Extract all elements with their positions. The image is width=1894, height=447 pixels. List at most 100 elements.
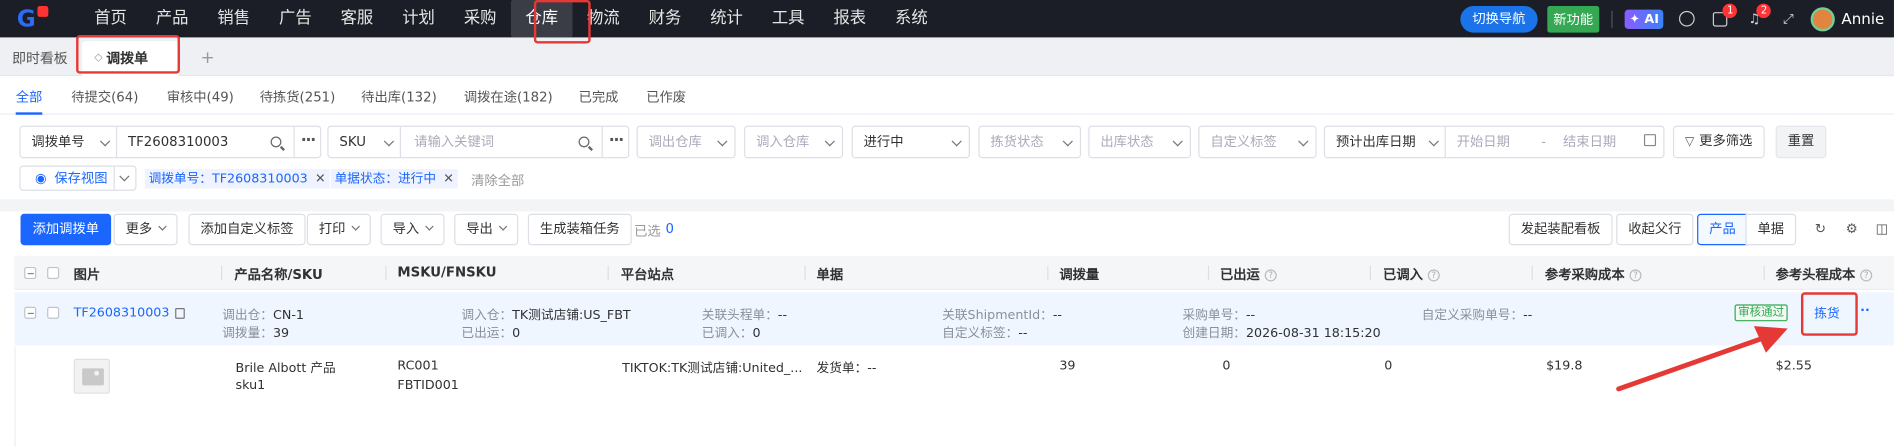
order-type-select[interactable]: 调拨单号 xyxy=(21,127,118,157)
nav-item-finance[interactable]: 财务 xyxy=(634,0,696,37)
select-all-checkbox[interactable] xyxy=(47,266,60,280)
image-placeholder-icon xyxy=(82,368,104,386)
import-button[interactable]: 导入 xyxy=(380,213,445,246)
row-checkbox[interactable] xyxy=(47,306,60,319)
add-tab-button[interactable]: + xyxy=(201,41,215,76)
shipment-doc: 发货单：-- xyxy=(817,359,877,377)
sku-type-select[interactable]: SKU xyxy=(329,127,401,157)
collapse-parent-button[interactable]: 收起父行 xyxy=(1616,213,1694,246)
help-icon[interactable]: ? xyxy=(1264,269,1277,282)
clear-all-link[interactable]: 清除全部 xyxy=(471,170,524,189)
help-icon[interactable] xyxy=(1676,8,1698,30)
product-sku: sku1 xyxy=(235,378,266,393)
export-button[interactable]: 导出 xyxy=(454,213,519,246)
status-tab-reviewing[interactable]: 审核中(49) xyxy=(167,87,234,106)
order-custom-po: 自定义采购单号：-- xyxy=(1422,306,1533,324)
new-feature-button[interactable]: 新功能 xyxy=(1547,5,1600,33)
progress-select[interactable]: 进行中 xyxy=(851,125,970,159)
help-icon[interactable]: ? xyxy=(1860,269,1873,282)
fullscreen-icon[interactable]: ⤢ xyxy=(1777,8,1799,30)
help-icon[interactable]: ? xyxy=(1427,269,1440,282)
custom-tag-placeholder: 自定义标签 xyxy=(1210,134,1277,150)
assemble-board-button[interactable]: 发起装配看板 xyxy=(1508,213,1613,246)
status-tab-pending-out[interactable]: 待出库(132) xyxy=(361,87,437,106)
more-button[interactable]: 更多 xyxy=(113,213,178,246)
divider xyxy=(113,166,115,190)
calendar-icon[interactable] xyxy=(1643,134,1657,147)
nav-item-product[interactable]: 产品 xyxy=(141,0,203,37)
order-id-link[interactable]: TF2608310003 xyxy=(74,306,186,320)
funnel-icon: ▽ xyxy=(1685,135,1695,149)
nav-item-reports[interactable]: 报表 xyxy=(819,0,881,37)
order-custom-po-label: 自定义采购单号： xyxy=(1421,308,1524,323)
close-icon[interactable]: ✕ xyxy=(315,172,326,186)
status-tab-in-transit[interactable]: 调拨在途(182) xyxy=(464,87,553,106)
filter-tag-status-label: 单据状态：进行中 xyxy=(334,171,437,187)
column-header-head-cost: 参考头程成本? xyxy=(1776,265,1873,284)
chevron-down-icon xyxy=(99,136,111,147)
in-warehouse-select[interactable]: 调入仓库 xyxy=(744,125,844,159)
add-custom-tag-button[interactable]: 添加自定义标签 xyxy=(188,213,306,246)
tab-dashboard[interactable]: 即时看板 xyxy=(0,41,80,76)
close-icon[interactable]: ✕ xyxy=(443,172,454,186)
nav-item-system[interactable]: 系统 xyxy=(881,0,943,37)
status-tab-completed[interactable]: 已完成 xyxy=(579,87,619,106)
bell-icon[interactable]: ♫ 2 xyxy=(1744,3,1772,30)
bell-badge: 2 xyxy=(1756,3,1772,18)
nav-item-stats[interactable]: 统计 xyxy=(696,0,758,37)
highlight-tab-box xyxy=(76,35,180,74)
order-custom-po-value: -- xyxy=(1523,308,1533,323)
search-icon[interactable] xyxy=(270,136,282,148)
status-tab-all[interactable]: 全部 xyxy=(16,87,43,106)
expand-all-toggle[interactable] xyxy=(24,266,37,280)
chevron-down-icon xyxy=(158,222,167,231)
username[interactable]: Annie xyxy=(1841,10,1884,28)
task-icon[interactable]: 1 xyxy=(1710,3,1738,30)
help-icon[interactable]: ? xyxy=(1629,269,1642,282)
end-date-input[interactable]: 结束日期 xyxy=(1552,127,1637,157)
more-dots-icon[interactable]: ··· xyxy=(609,132,624,150)
app-logo[interactable]: G xyxy=(17,0,65,37)
ai-assistant-button[interactable]: ✦ AI xyxy=(1624,9,1664,29)
nav-item-home[interactable]: 首页 xyxy=(80,0,142,37)
avatar[interactable] xyxy=(1811,6,1836,31)
save-view-button[interactable]: 保存视图 xyxy=(54,167,107,190)
chevron-down-icon[interactable] xyxy=(119,171,130,182)
collapse-row-toggle[interactable] xyxy=(24,306,37,319)
view-document-button[interactable]: 单据 xyxy=(1745,213,1797,246)
columns-icon[interactable]: ◫ xyxy=(1873,221,1890,238)
custom-tag-select[interactable]: 自定义标签 xyxy=(1198,125,1317,159)
out-status-select[interactable]: 出库状态 xyxy=(1088,125,1191,159)
more-filters-button[interactable]: ▽ 更多筛选 xyxy=(1672,125,1765,159)
copy-icon[interactable] xyxy=(175,307,186,319)
row-more-icon[interactable]: ·· xyxy=(1860,303,1870,317)
gear-icon[interactable]: ⚙ xyxy=(1843,221,1860,238)
start-date-input[interactable]: 开始日期 xyxy=(1446,127,1531,157)
nav-item-ads[interactable]: 广告 xyxy=(265,0,327,37)
switch-nav-button[interactable]: 切换导航 xyxy=(1460,5,1538,33)
highlight-warehouse-box xyxy=(533,0,591,44)
more-dots-icon[interactable]: ··· xyxy=(301,132,316,150)
nav-item-plan[interactable]: 计划 xyxy=(388,0,450,37)
print-button[interactable]: 打印 xyxy=(306,213,371,246)
sku-search-input[interactable]: 请输入关键词 xyxy=(403,127,572,157)
view-product-button[interactable]: 产品 xyxy=(1697,213,1748,246)
reset-button[interactable]: 重置 xyxy=(1775,125,1827,159)
nav-item-sales[interactable]: 销售 xyxy=(203,0,265,37)
platform-site: TIKTOK:TK测试店铺:United_... xyxy=(622,361,803,376)
pick-status-select[interactable]: 拣货状态 xyxy=(978,125,1082,159)
search-icon[interactable] xyxy=(578,136,590,148)
nav-item-tools[interactable]: 工具 xyxy=(757,0,819,37)
status-tab-pending-submit[interactable]: 待提交(64) xyxy=(71,87,138,106)
date-type-select[interactable]: 预计出库日期 xyxy=(1325,127,1446,157)
generate-packing-task-button[interactable]: 生成装箱任务 xyxy=(527,213,632,246)
nav-item-purchase[interactable]: 采购 xyxy=(449,0,511,37)
refresh-icon[interactable]: ↻ xyxy=(1812,221,1829,238)
status-tab-pending-pick[interactable]: 待拣货(251) xyxy=(260,87,336,106)
add-transfer-order-button[interactable]: 添加调拨单 xyxy=(20,213,112,246)
nav-item-service[interactable]: 客服 xyxy=(326,0,388,37)
status-tab-voided[interactable]: 已作废 xyxy=(646,87,686,106)
order-search-input[interactable]: TF2608310003 xyxy=(117,127,262,157)
chevron-down-icon xyxy=(1298,136,1309,147)
out-warehouse-select[interactable]: 调出仓库 xyxy=(636,125,736,159)
